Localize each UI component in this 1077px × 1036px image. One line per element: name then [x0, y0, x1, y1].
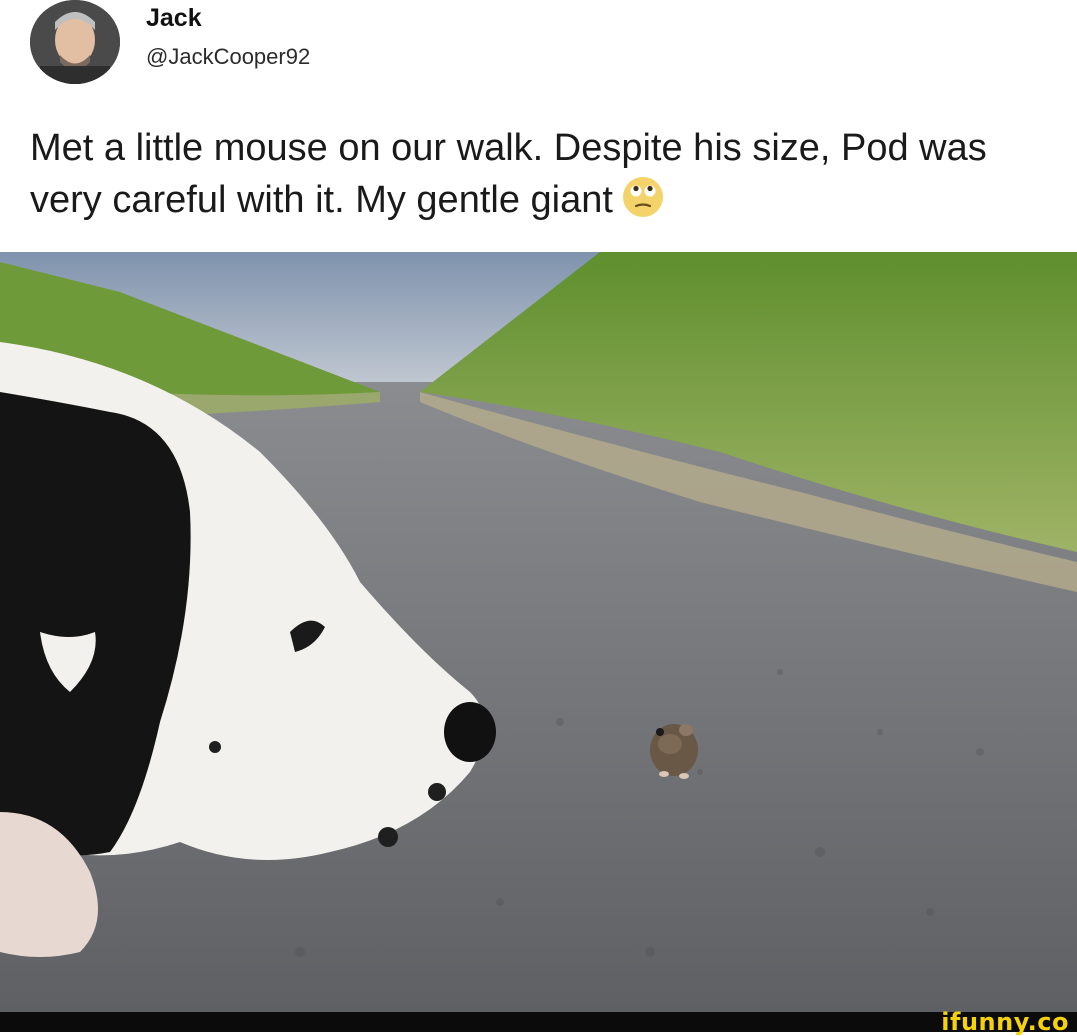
tweet-header: Jack @JackCooper92 Met a little mouse on…	[0, 0, 1077, 250]
watermark-bar: ifunny.co	[0, 1008, 1077, 1036]
tweet-photo[interactable]	[0, 252, 1077, 1012]
author-handle[interactable]: @JackCooper92	[146, 44, 310, 70]
tweet-text: Met a little mouse on our walk. Despite …	[30, 122, 1060, 226]
tweet-body: Met a little mouse on our walk. Despite …	[30, 127, 987, 221]
avatar[interactable]	[30, 0, 120, 84]
avatar-photo-icon	[30, 0, 120, 84]
rolling-eyes-emoji-icon	[621, 175, 665, 219]
dog-and-mouse-photo	[0, 252, 1077, 1012]
author-display-name[interactable]: Jack	[146, 4, 202, 33]
